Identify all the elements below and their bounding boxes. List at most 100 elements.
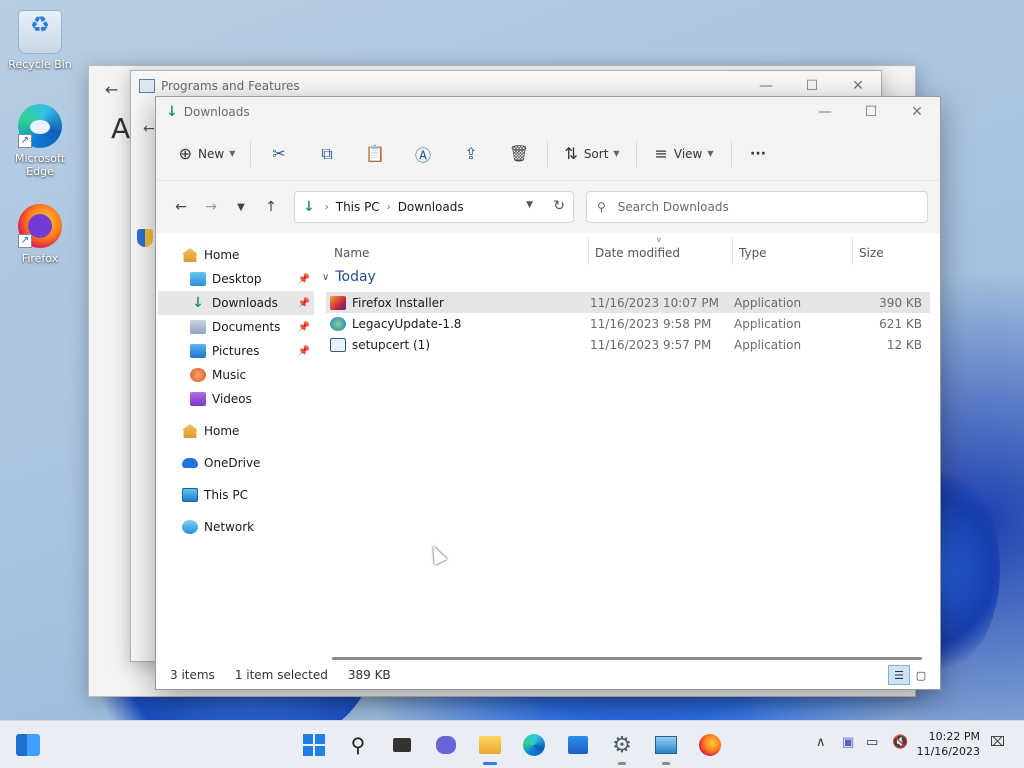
file-date: 11/16/2023 9:58 PM (590, 316, 712, 331)
downloads-icon: ↓ (166, 104, 178, 120)
edge-taskbar-button[interactable] (518, 729, 550, 761)
breadcrumb-this-pc[interactable]: This PC (336, 200, 380, 214)
documents-folder-icon (190, 320, 206, 334)
file-list: ∨ Name Date modified Type Size ∨ Today F… (318, 233, 940, 653)
delete-button[interactable]: 🗑 (495, 137, 543, 171)
cut-button[interactable]: ✂ (255, 137, 303, 171)
search-box[interactable]: ⚲ (586, 191, 928, 223)
search-taskbar-button[interactable]: ⚲ (342, 729, 374, 761)
close-button[interactable]: ✕ (894, 97, 940, 127)
widgets-button[interactable] (12, 729, 44, 761)
notifications-icon[interactable]: ⌧ (990, 735, 1005, 750)
recent-locations-button[interactable]: ▼ (226, 202, 256, 213)
rename-button[interactable]: Ⓐ (399, 137, 447, 171)
selection-count: 1 item selected (234, 668, 328, 682)
nav-label: Documents (212, 320, 281, 334)
file-explorer-taskbar-button[interactable] (474, 729, 506, 765)
command-bar: ⊕ New ▼ ✂ ⧉ 📋 Ⓐ ⇪ 🗑 ⇅ Sort ▼ ≡ View ▼ ··… (156, 127, 940, 181)
column-divider[interactable] (588, 237, 589, 265)
column-divider[interactable] (852, 237, 853, 265)
firefox-icon (699, 734, 721, 756)
nav-item-documents[interactable]: Documents 📌 (158, 315, 314, 339)
firefox-taskbar-button[interactable] (694, 729, 726, 761)
recycle-bin-icon (18, 10, 62, 54)
share-button[interactable]: ⇪ (447, 137, 495, 171)
file-date: 11/16/2023 9:57 PM (590, 337, 712, 352)
back-button[interactable]: ← (166, 199, 196, 215)
network-status-icon[interactable]: ▭ (866, 735, 878, 750)
table-row[interactable]: Firefox Installer 11/16/2023 10:07 PM Ap… (326, 292, 930, 313)
forward-button[interactable]: → (196, 199, 226, 215)
column-header-type[interactable]: Type (739, 241, 849, 265)
nav-item-onedrive[interactable]: OneDrive (158, 451, 314, 475)
shortcut-arrow-icon: ↗ (18, 134, 32, 148)
large-icons-view-button[interactable]: ▢ (910, 665, 932, 685)
control-panel-taskbar-button[interactable] (650, 729, 682, 765)
teams-icon[interactable]: ▣ (842, 735, 854, 750)
toolbar-divider (547, 140, 548, 167)
toolbar-divider (636, 140, 637, 167)
desktop-icon-microsoft-edge[interactable]: ↗ Microsoft Edge (2, 104, 78, 178)
nav-item-home[interactable]: Home (158, 243, 314, 267)
nav-item-pictures[interactable]: Pictures 📌 (158, 339, 314, 363)
nav-item-videos[interactable]: Videos (158, 387, 314, 411)
nav-item-desktop[interactable]: Desktop 📌 (158, 267, 314, 291)
maximize-button[interactable]: ☐ (848, 97, 894, 127)
refresh-icon[interactable]: ↻ (553, 198, 565, 214)
address-history-chevron-icon[interactable]: ▼ (526, 200, 533, 210)
file-name-cell: setupcert (1) (330, 337, 430, 352)
back-arrow-icon[interactable]: ← (143, 121, 155, 137)
chat-button[interactable] (430, 729, 462, 761)
control-panel-icon (655, 736, 677, 754)
back-arrow-icon[interactable]: ← (105, 80, 118, 99)
up-button[interactable]: ↑ (256, 199, 286, 215)
window-title: Downloads (183, 105, 250, 119)
breadcrumb-separator-icon: › (386, 201, 391, 213)
plus-circle-icon: ⊕ (178, 144, 193, 163)
breadcrumb-separator-icon: › (324, 201, 329, 213)
minimize-button[interactable]: — (802, 97, 848, 127)
store-taskbar-button[interactable] (562, 729, 594, 761)
column-divider[interactable] (732, 237, 733, 265)
nav-item-home-2[interactable]: Home (158, 419, 314, 443)
sort-button[interactable]: ⇅ Sort ▼ (552, 137, 632, 171)
volume-muted-icon[interactable]: 🔇 (892, 735, 908, 750)
breadcrumb-downloads[interactable]: Downloads (398, 200, 464, 214)
nav-item-this-pc[interactable]: This PC (158, 483, 314, 507)
paste-button[interactable]: 📋 (351, 137, 399, 171)
programs-icon (139, 79, 155, 93)
settings-taskbar-button[interactable]: ⚙ (606, 729, 638, 765)
pin-icon: 📌 (297, 345, 310, 357)
clock[interactable]: 10:22 PM 11/16/2023 (917, 729, 980, 759)
new-button[interactable]: ⊕ New ▼ (168, 137, 246, 171)
item-count: 3 items (170, 668, 215, 682)
navigation-pane: Home Desktop 📌 ↓ Downloads 📌 Documents 📌… (156, 233, 316, 653)
task-view-button[interactable] (386, 729, 418, 761)
table-row[interactable]: LegacyUpdate-1.8 11/16/2023 9:58 PM Appl… (326, 313, 930, 334)
file-explorer-window[interactable]: ↓ Downloads — ☐ ✕ ⊕ New ▼ ✂ ⧉ 📋 Ⓐ ⇪ 🗑 ⇅ … (155, 96, 941, 690)
show-hidden-icons-chevron-icon[interactable]: ∧ (816, 735, 826, 750)
start-button[interactable] (298, 729, 330, 761)
desktop-icon-recycle-bin[interactable]: Recycle Bin (2, 10, 78, 71)
column-header-date[interactable]: Date modified (595, 241, 731, 265)
view-button[interactable]: ≡ View ▼ (641, 137, 727, 171)
search-input[interactable] (617, 200, 898, 214)
nav-item-music[interactable]: Music (158, 363, 314, 387)
column-header-size[interactable]: Size (859, 241, 929, 265)
window-controls: — ☐ ✕ (802, 97, 940, 127)
toolbar-divider (250, 140, 251, 167)
address-bar[interactable]: ↓ › This PC › Downloads ▼ ↻ (294, 191, 574, 223)
copy-button[interactable]: ⧉ (303, 137, 351, 171)
horizontal-scrollbar[interactable] (332, 657, 922, 660)
nav-item-downloads[interactable]: ↓ Downloads 📌 (158, 291, 314, 315)
table-row[interactable]: setupcert (1) 11/16/2023 9:57 PM Applica… (326, 334, 930, 355)
desktop-icon-firefox[interactable]: ↗ Firefox (2, 204, 78, 265)
details-view-button[interactable]: ☰ (888, 665, 910, 685)
nav-item-network[interactable]: Network (158, 515, 314, 539)
chevron-down-icon: ▼ (707, 149, 714, 158)
more-options-button[interactable]: ··· (736, 137, 780, 171)
clipboard-icon: 📋 (365, 144, 385, 163)
column-header-name[interactable]: Name (334, 241, 584, 265)
downloads-icon: ↓ (303, 199, 315, 215)
group-header-today[interactable]: ∨ Today (322, 269, 376, 285)
